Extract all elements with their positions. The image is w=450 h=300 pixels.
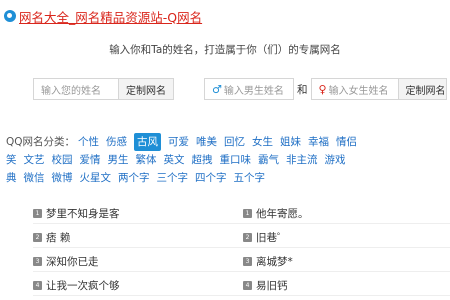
tag-item[interactable]: 游戏 <box>325 151 346 169</box>
tag-item[interactable]: 四个字 <box>195 169 227 187</box>
name-input[interactable]: 输入您的姓名 <box>33 78 119 100</box>
tag-item[interactable]: 文艺 <box>24 151 45 169</box>
tag-item[interactable]: 火星文 <box>80 169 112 187</box>
tag-item[interactable]: 超拽 <box>192 151 213 169</box>
tag-item[interactable]: 典 <box>6 169 17 187</box>
tag-item[interactable]: 幸福 <box>308 133 329 151</box>
bullet-icon: 4 <box>243 281 252 290</box>
name-text: 他年寄愿。 <box>256 208 309 220</box>
name-text: 让我一次疯个够 <box>46 280 120 292</box>
bullet-icon: 2 <box>33 233 42 242</box>
tag-item[interactable]: 回忆 <box>224 133 245 151</box>
make-name-button[interactable]: 定制网名 <box>119 78 174 100</box>
list-item[interactable]: 1 他年寄愿。 <box>243 206 450 221</box>
tag-item[interactable]: 唯美 <box>196 133 217 151</box>
tag-item[interactable]: 英文 <box>164 151 185 169</box>
tag-line-3: 典 微信 微博 火星文 两个字 三个字 四个字 五个字 <box>6 169 450 187</box>
list-item[interactable]: 3 离城梦* <box>243 254 450 269</box>
tag-item[interactable]: 微信 <box>24 169 45 187</box>
tag-item[interactable]: 非主流 <box>286 151 318 169</box>
male-name-placeholder: 输入男生姓名 <box>223 85 284 97</box>
tag-item[interactable]: 爱情 <box>80 151 101 169</box>
tag-item-active[interactable]: 古风 <box>134 133 162 151</box>
female-name-input[interactable]: ♀ 输入女生姓名 <box>310 78 399 100</box>
bullet-icon: 4 <box>33 281 42 290</box>
bullet-icon: 1 <box>243 209 252 218</box>
list-item[interactable]: 2 旧巷゜ <box>243 230 450 245</box>
male-name-input[interactable]: ♂ 输入男生姓名 <box>204 78 294 100</box>
name-text: 旧巷゜ <box>256 232 288 244</box>
tag-item[interactable]: 重口味 <box>220 151 252 169</box>
name-text: 梦里不知身是客 <box>46 208 120 220</box>
list-row: 1 梦里不知身是客 1 他年寄愿。 <box>33 204 450 224</box>
tag-item[interactable]: 繁体 <box>136 151 157 169</box>
tag-item[interactable]: 三个字 <box>157 169 189 187</box>
name-text: 深知你已走 <box>46 256 99 268</box>
list-item[interactable]: 4 让我一次疯个够 <box>33 278 243 293</box>
site-title-link[interactable]: 网名大全_网名精品资源站-Q网名 <box>19 7 202 26</box>
tag-item[interactable]: 五个字 <box>234 169 266 187</box>
tag-item[interactable]: 伤感 <box>106 133 127 151</box>
list-item[interactable]: 4 易旧钙 <box>243 278 450 293</box>
female-icon: ♀ <box>318 82 327 96</box>
tag-item[interactable]: 女生 <box>252 133 273 151</box>
tag-item[interactable]: 两个字 <box>118 169 150 187</box>
tag-item[interactable]: 可爱 <box>168 133 189 151</box>
tag-line-2: 笑 文艺 校园 爱情 男生 繁体 英文 超拽 重口味 霸气 非主流 游戏 <box>6 151 450 169</box>
name-form-row: 输入您的姓名 定制网名 ♂ 输入男生姓名 和 ♀ 输入女生姓名 定制网名 <box>33 78 447 100</box>
name-text: 易旧钙 <box>256 280 288 292</box>
bullet-icon: 2 <box>243 233 252 242</box>
make-couple-name-button[interactable]: 定制网名 <box>398 78 447 100</box>
male-icon: ♂ <box>212 82 222 96</box>
tag-item[interactable]: 情侣 <box>336 133 357 151</box>
category-tags: QQ网名分类： 个性 伤感 古风 可爱 唯美 回忆 女生 姐妹 幸福 情侣 笑 … <box>6 133 450 187</box>
tag-line-1: QQ网名分类： 个性 伤感 古风 可爱 唯美 回忆 女生 姐妹 幸福 情侣 <box>6 133 450 151</box>
list-item[interactable]: 2 痞 赖 <box>33 230 243 245</box>
bullet-icon: 3 <box>33 257 42 266</box>
tag-label: QQ网名分类： <box>6 136 76 148</box>
tag-item[interactable]: 校园 <box>52 151 73 169</box>
list-row: 2 痞 赖 2 旧巷゜ <box>33 228 450 248</box>
tag-item[interactable]: 男生 <box>108 151 129 169</box>
and-label: 和 <box>297 83 308 96</box>
list-row: 4 让我一次疯个够 4 易旧钙 <box>33 276 450 296</box>
tag-item[interactable]: 微博 <box>52 169 73 187</box>
name-text: 离城梦* <box>256 256 293 268</box>
bullet-icon: 1 <box>33 209 42 218</box>
page-subtitle: 输入你和Ta的姓名，打造属于你（们）的专属网名 <box>109 44 341 56</box>
bullet-icon: 3 <box>243 257 252 266</box>
tag-item[interactable]: 笑 <box>6 151 17 169</box>
tag-item[interactable]: 霸气 <box>258 151 279 169</box>
tag-item[interactable]: 姐妹 <box>280 133 301 151</box>
logo-icon <box>4 10 16 22</box>
female-name-placeholder: 输入女生姓名 <box>328 85 389 97</box>
tag-item[interactable]: 个性 <box>78 133 99 151</box>
list-row: 3 深知你已走 3 离城梦* <box>33 252 450 272</box>
list-item[interactable]: 1 梦里不知身是客 <box>33 206 243 221</box>
name-text: 痞 赖 <box>46 232 71 244</box>
title-bar: 网名大全_网名精品资源站-Q网名 <box>4 7 202 26</box>
name-list: 1 梦里不知身是客 1 他年寄愿。 2 痞 赖 2 旧巷゜ 3 深知你已走 3 离城梦* 4… <box>33 204 450 300</box>
list-item[interactable]: 3 深知你已走 <box>33 254 243 269</box>
